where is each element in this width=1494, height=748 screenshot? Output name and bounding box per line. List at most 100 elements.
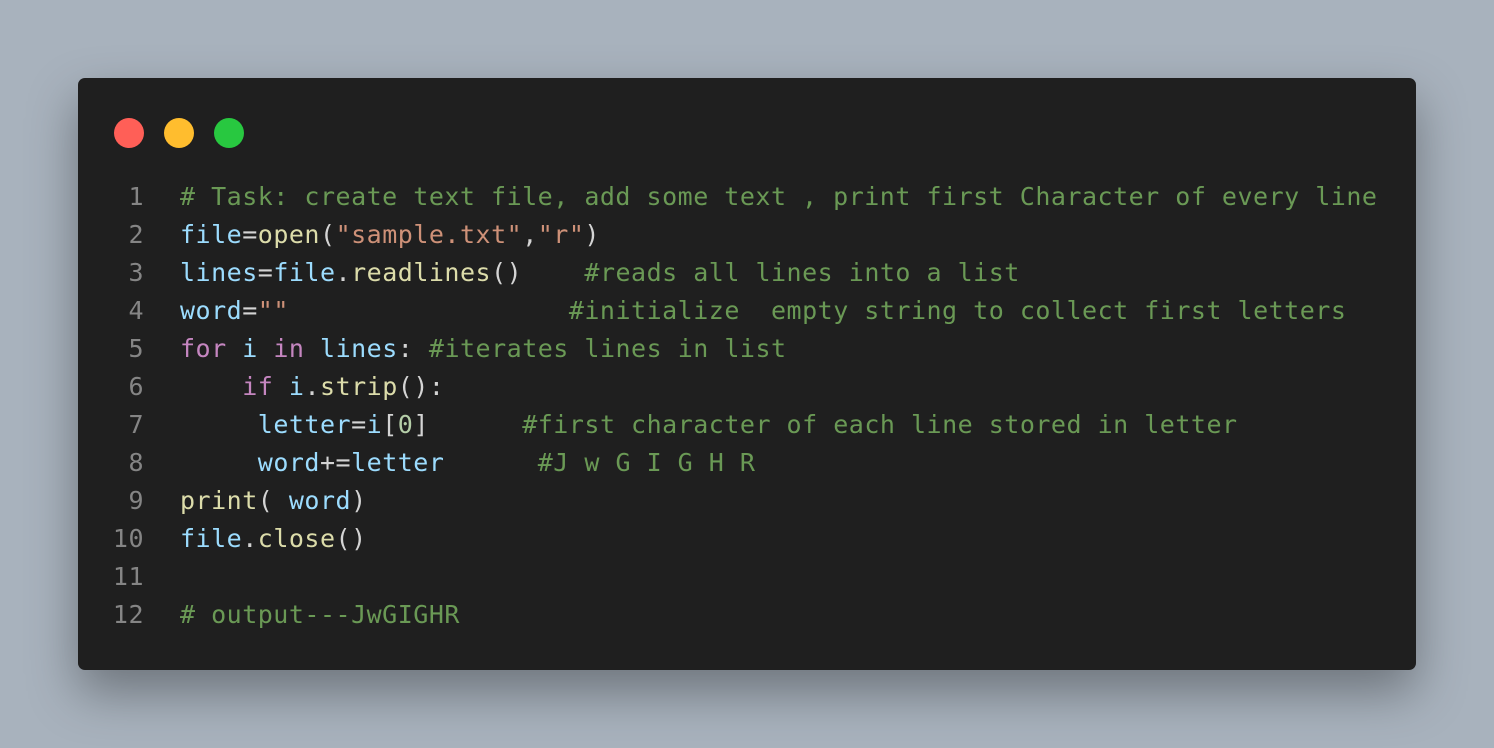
code-line: 10 file.close()	[78, 520, 1416, 558]
line-number: 5	[128, 334, 144, 363]
code-token: #initialize empty string to collect firs…	[568, 296, 1347, 325]
line-number: 4	[128, 296, 144, 325]
code-token: readlines	[351, 258, 492, 287]
code-token: file	[180, 220, 243, 249]
code-token: ():	[397, 372, 445, 401]
line-content: letter=i[0] #first character of each lin…	[180, 410, 1238, 439]
line-number: 3	[128, 258, 144, 287]
code-token: #reads all lines into a list	[584, 258, 1020, 287]
code-token: (	[320, 220, 336, 249]
code-token: word	[288, 486, 352, 515]
line-number: 10	[112, 524, 144, 553]
code-token: # output---JwGIGHR	[180, 600, 460, 629]
line-number: 11	[112, 562, 144, 591]
code-token: file	[180, 524, 243, 553]
maximize-dot-icon	[214, 118, 244, 148]
code-token: ,	[522, 220, 538, 249]
code-token: file	[273, 258, 336, 287]
line-content: if i.strip():	[180, 372, 444, 401]
code-token: .	[242, 524, 258, 553]
code-token: [	[382, 410, 398, 439]
code-token: (	[257, 486, 289, 515]
code-token: ]	[413, 410, 523, 439]
code-token: word	[180, 296, 243, 325]
code-token: i	[288, 372, 305, 401]
code-token: letter	[257, 410, 352, 439]
code-token: # Task: create text file, add some text …	[180, 182, 1378, 211]
code-token: #first character of each line stored in …	[522, 410, 1238, 439]
line-content: lines=file.readlines() #reads all lines …	[180, 258, 1020, 287]
code-line: 7 letter=i[0] #first character of each l…	[78, 406, 1416, 444]
code-token: letter	[351, 448, 445, 477]
code-token: i	[242, 334, 258, 363]
code-window: 1 # Task: create text file, add some text…	[78, 78, 1416, 670]
line-content: print( word)	[180, 486, 367, 515]
code-token: "sample.txt"	[335, 220, 523, 249]
code-token: )	[584, 220, 600, 249]
line-content: # output---JwGIGHR	[180, 600, 460, 629]
line-number: 6	[128, 372, 144, 401]
code-token: strip	[320, 372, 398, 401]
code-token: lines	[320, 334, 398, 363]
code-line: 8 word+=letter #J w G I G H R	[78, 444, 1416, 482]
code-token: +=	[319, 448, 352, 477]
code-token: =	[351, 410, 367, 439]
line-content: file=open("sample.txt","r")	[180, 220, 600, 249]
line-content: word+=letter #J w G I G H R	[180, 448, 755, 477]
code-line: 1 # Task: create text file, add some text…	[78, 178, 1416, 216]
code-block: 1 # Task: create text file, add some text…	[78, 178, 1416, 634]
code-token: lines	[180, 258, 258, 287]
line-content: for i in lines: #iterates lines in list	[180, 334, 787, 363]
code-token: if	[242, 372, 274, 401]
code-line: 11	[78, 558, 1416, 596]
code-token: #J w G I G H R	[537, 448, 756, 477]
code-token: =	[257, 258, 274, 287]
code-token: ()	[335, 524, 367, 553]
code-token: i	[366, 410, 383, 439]
code-token: for	[180, 334, 227, 363]
code-token: #iterates lines in list	[428, 334, 787, 363]
line-content: word="" #initialize empty string to coll…	[180, 296, 1346, 325]
line-number: 9	[128, 486, 144, 515]
line-number: 2	[128, 220, 144, 249]
code-token: =	[242, 296, 258, 325]
code-line: 9 print( word)	[78, 482, 1416, 520]
line-content: # Task: create text file, add some text …	[180, 182, 1377, 211]
close-dot-icon	[114, 118, 144, 148]
code-token: .	[335, 258, 352, 287]
code-token: .	[304, 372, 321, 401]
line-number: 12	[112, 600, 144, 629]
code-token: print	[180, 486, 258, 515]
code-line: 5 for i in lines: #iterates lines in list	[78, 330, 1416, 368]
line-number: 8	[128, 448, 144, 477]
code-line: 2 file=open("sample.txt","r")	[78, 216, 1416, 254]
code-token: ""	[257, 296, 289, 325]
code-token: in	[273, 334, 305, 363]
code-token: close	[257, 524, 336, 553]
code-token: :	[397, 334, 429, 363]
minimize-dot-icon	[164, 118, 194, 148]
code-line: 3 lines=file.readlines() #reads all lines…	[78, 254, 1416, 292]
line-number: 1	[128, 182, 144, 211]
line-content: file.close()	[180, 524, 367, 553]
code-token: ()	[491, 258, 585, 287]
code-token: =	[242, 220, 258, 249]
window-controls	[114, 118, 244, 148]
code-line: 12 # output---JwGIGHR	[78, 596, 1416, 634]
line-number: 7	[128, 410, 144, 439]
code-line: 4 word="" #initialize empty string to col…	[78, 292, 1416, 330]
code-token: word	[257, 448, 320, 477]
code-token: )	[351, 486, 367, 515]
code-token: open	[257, 220, 320, 249]
code-token: 0	[397, 410, 414, 439]
code-token: "r"	[537, 220, 585, 249]
